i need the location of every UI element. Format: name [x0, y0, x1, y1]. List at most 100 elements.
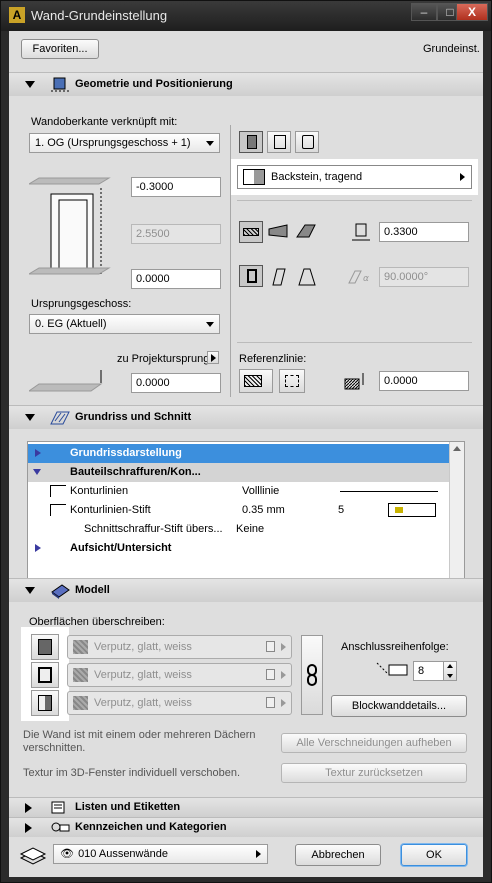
expand-triangle-icon[interactable]	[35, 544, 41, 552]
section-floorplan-header[interactable]: Grundriss und Schnitt	[9, 405, 483, 429]
base-offset-field[interactable]: 0.0000	[131, 269, 221, 289]
layer-select[interactable]: 👁 010 Aussenwände	[53, 844, 268, 864]
junction-priority-icon	[376, 662, 408, 676]
wall-elevation-icon	[29, 177, 111, 276]
home-story-select[interactable]: 0. EG (Aktuell)	[29, 314, 220, 334]
surface-material-label: Verputz, glatt, weiss	[94, 669, 192, 681]
floor-plan-section-icon	[50, 411, 70, 425]
eye-icon[interactable]: 👁	[59, 845, 75, 863]
ref-line-flip-button[interactable]	[279, 369, 305, 393]
surface-material-a[interactable]: Verputz, glatt, weiss	[67, 635, 292, 659]
wall-type-straight-button[interactable]	[239, 131, 263, 153]
double-slanted-wall-icon[interactable]	[295, 223, 319, 241]
building-material-select[interactable]: Backstein, tragend	[231, 159, 478, 195]
junction-order-label: Anschlussreihenfolge:	[341, 641, 449, 653]
expand-triangle-icon[interactable]	[25, 803, 32, 813]
pen-color-fill	[395, 507, 403, 513]
tree-group-floorplan-display[interactable]: Grundrissdarstellung	[28, 444, 449, 463]
vertical-divider	[230, 125, 231, 397]
favorites-button[interactable]: Favoriten...	[21, 39, 99, 59]
pen-color-swatch[interactable]	[388, 503, 436, 517]
tree-group-outline-view[interactable]: Aufsicht/Untersicht	[28, 539, 449, 558]
collapse-triangle-icon[interactable]	[33, 469, 41, 475]
remove-trims-button[interactable]: Alle Verschneidungen aufheben	[281, 733, 467, 753]
stepper-down-icon[interactable]	[447, 674, 453, 678]
section-classification-header[interactable]: Kennzeichen und Kategorien	[9, 817, 483, 837]
title-bar[interactable]: A Wand-Grundeinstellung – □ X	[1, 1, 491, 31]
surface-edge-button[interactable]	[31, 662, 59, 688]
surface-side-a-button[interactable]	[31, 634, 59, 660]
divider	[237, 200, 472, 201]
project-zero-toggle[interactable]	[207, 351, 219, 364]
collapse-triangle-icon[interactable]	[25, 414, 35, 421]
document-icon	[266, 669, 275, 680]
tree-row-value: Volllinie	[242, 485, 280, 497]
floorplan-settings-tree[interactable]: Grundrissdarstellung Bauteilschraffuren/…	[27, 441, 465, 595]
tree-group-label: Grundrissdarstellung	[70, 447, 182, 459]
wall-type-polygon-button[interactable]	[295, 131, 319, 153]
ok-button[interactable]: OK	[401, 844, 467, 866]
section-model-title: Modell	[75, 584, 110, 596]
ref-line-location-button[interactable]	[239, 369, 273, 393]
project-zero-field[interactable]: 0.0000	[131, 373, 221, 393]
section-listing-header[interactable]: Listen und Etiketten	[9, 797, 483, 817]
chain-link-button[interactable]	[301, 635, 323, 715]
cancel-button[interactable]: Abbrechen	[295, 844, 381, 866]
chevron-right-icon	[281, 671, 286, 679]
tree-scrollbar[interactable]	[449, 442, 464, 594]
top-link-select[interactable]: 1. OG (Ursprungsgeschoss + 1)	[29, 133, 220, 153]
tree-row-contour-pen[interactable]: Konturlinien-Stift 0.35 mm 5	[28, 501, 449, 520]
wall-side-a-icon	[38, 639, 52, 655]
wall-type-trapezoid-button[interactable]	[267, 131, 291, 153]
tree-row-cut-fill-pen[interactable]: Schnittschraffur-Stift übers... Keine	[28, 516, 449, 543]
minimize-button[interactable]: –	[411, 3, 437, 21]
tree-group-fills-contours[interactable]: Bauteilschraffuren/Kon...	[28, 463, 449, 482]
material-swatch-icon	[73, 640, 88, 654]
slant-angle-field[interactable]: 90.0000°	[379, 267, 469, 287]
top-link-label: Wandoberkante verknüpft mit:	[31, 116, 178, 128]
wall-geometry-vertical-button[interactable]	[239, 265, 263, 287]
listing-labels-icon	[51, 801, 65, 814]
inclined-wall-icon[interactable]	[267, 267, 291, 287]
thickness-field[interactable]: 0.3300	[379, 222, 469, 242]
collapse-triangle-icon[interactable]	[25, 587, 35, 594]
expand-triangle-icon[interactable]	[35, 449, 41, 457]
surface-material-label: Verputz, glatt, weiss	[94, 641, 192, 653]
section-geometry-header[interactable]: Geometrie und Positionierung	[9, 72, 483, 96]
contour-line-icon	[50, 485, 66, 497]
refline-outside-button[interactable]	[239, 221, 263, 243]
slanted-wall-icon[interactable]	[267, 223, 291, 241]
chain-link-icon	[307, 664, 317, 686]
collapse-triangle-icon[interactable]	[25, 81, 35, 88]
double-inclined-wall-icon[interactable]	[295, 267, 319, 287]
tree-row-contour-lines[interactable]: Konturlinien Volllinie	[28, 482, 449, 501]
surface-material-edge[interactable]: Verputz, glatt, weiss	[67, 663, 292, 687]
wall-edge-icon	[38, 667, 52, 683]
vertical-wall-icon	[247, 269, 257, 283]
scroll-up-icon[interactable]	[453, 446, 461, 451]
stepper-up-icon[interactable]	[447, 664, 453, 668]
line-type-preview	[340, 491, 438, 492]
section-model-header[interactable]: Modell	[9, 578, 483, 602]
close-button[interactable]: X	[456, 3, 488, 21]
expand-triangle-icon[interactable]	[25, 823, 32, 833]
surface-side-b-button[interactable]	[31, 690, 59, 716]
height-field[interactable]: 2.5500	[131, 224, 221, 244]
tree-group-label: Aufsicht/Untersicht	[70, 542, 172, 554]
ref-offset-field[interactable]: 0.0000	[379, 371, 469, 391]
flip-icon	[285, 375, 299, 387]
material-swatch-icon	[243, 169, 265, 186]
tree-row-value: 0.35 mm	[242, 504, 285, 516]
junction-order-stepper[interactable]	[443, 661, 457, 681]
tree-group-label: Bauteilschraffuren/Kon...	[70, 466, 201, 478]
archicad-logo-icon: A	[9, 7, 25, 23]
top-offset-field[interactable]: -0.3000	[131, 177, 221, 197]
straight-wall-icon	[247, 135, 257, 149]
section-classification-title: Kennzeichen und Kategorien	[75, 821, 227, 833]
reset-texture-button[interactable]: Textur zurücksetzen	[281, 763, 467, 783]
layer-value: 010 Aussenwände	[78, 848, 168, 860]
surface-material-b[interactable]: Verputz, glatt, weiss	[67, 691, 292, 715]
chevron-right-icon	[281, 699, 286, 707]
ref-offset-icon	[344, 373, 364, 390]
block-wall-details-button[interactable]: Blockwanddetails...	[331, 695, 467, 717]
